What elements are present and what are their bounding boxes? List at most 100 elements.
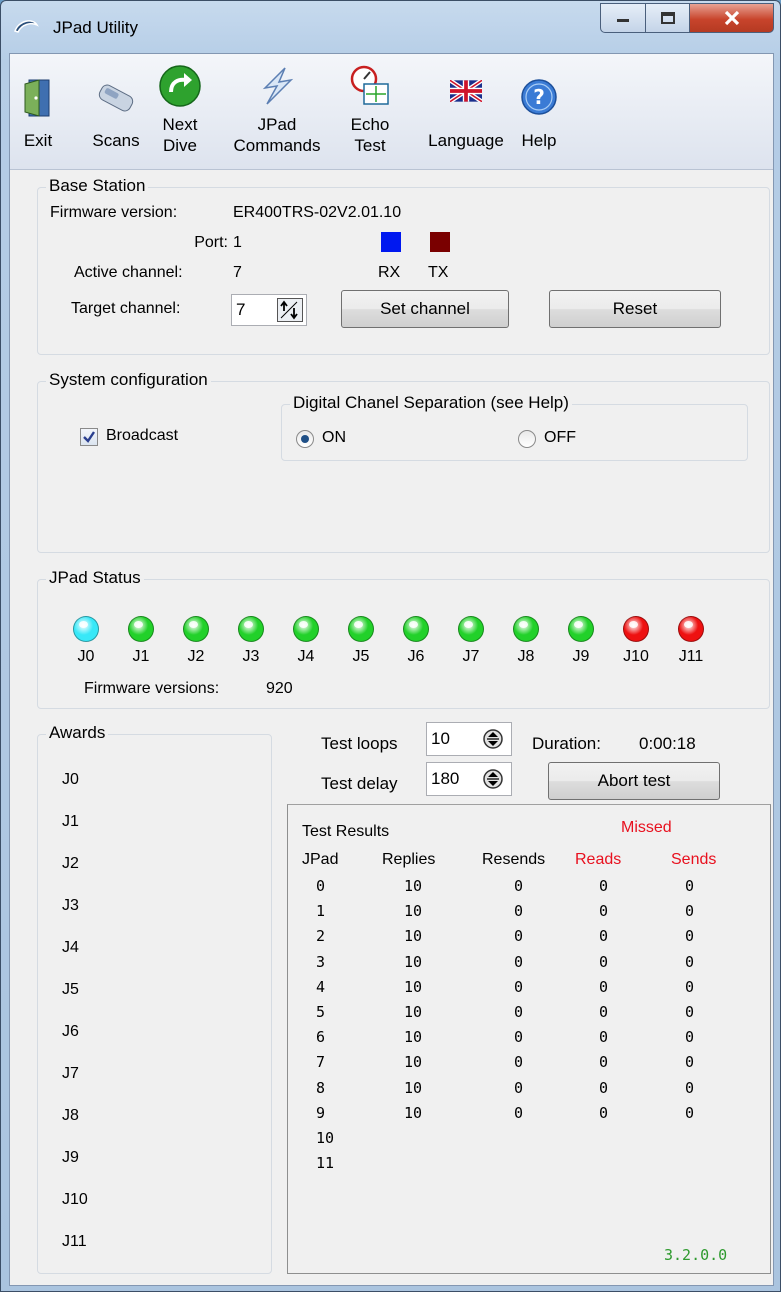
separation-off-radio[interactable] <box>518 430 536 448</box>
active-channel-value: 7 <box>233 264 242 281</box>
title-bar[interactable]: JPad Utility <box>1 1 781 53</box>
status-led-label: J0 <box>77 648 95 665</box>
status-led-j8 <box>513 616 539 642</box>
replies-cell: 10 <box>404 902 423 921</box>
resends-cell: 0 <box>514 1003 524 1021</box>
award-item: J6 <box>62 1023 79 1040</box>
jpad-cell: 5 <box>316 1003 326 1021</box>
sends-cell: 0 <box>685 952 695 971</box>
status-led-j1 <box>128 616 154 642</box>
active-channel-label: Active channel: <box>74 264 183 281</box>
replies-cell: 10 <box>404 927 423 946</box>
status-led-label: J9 <box>572 648 590 665</box>
gauge-echo-icon <box>350 65 389 105</box>
jpad-cell: 6 <box>316 1028 326 1047</box>
replies-cell: 10 <box>404 1028 423 1047</box>
jpad-cell: 2 <box>316 927 326 946</box>
stepper-arrows-icon[interactable] <box>277 298 303 322</box>
spin-updown-icon[interactable] <box>483 729 503 749</box>
window-title: JPad Utility <box>53 18 139 37</box>
missed-label: Missed <box>621 819 672 836</box>
close-icon <box>724 10 739 26</box>
client-area: Exit Scans Next Dive JPad Commands Echo … <box>9 53 774 1286</box>
status-led-j7 <box>458 616 484 642</box>
replies-cell: 10 <box>404 877 423 895</box>
reads-cell: 0 <box>599 902 609 921</box>
spin-updown-icon[interactable] <box>483 769 503 789</box>
status-led-j3 <box>238 616 264 642</box>
test-delay-stepper[interactable]: 180 <box>426 762 512 796</box>
target-channel-stepper[interactable]: 7 <box>231 294 307 326</box>
sends-cell: 0 <box>685 1003 695 1021</box>
port-label: Port: <box>194 234 228 251</box>
close-button[interactable] <box>690 3 774 33</box>
resends-column-header: Resends <box>482 851 546 868</box>
separation-on-radio[interactable] <box>296 430 314 448</box>
uk-flag-icon <box>450 80 482 102</box>
window-controls <box>600 3 774 33</box>
maximize-button[interactable] <box>646 3 690 33</box>
jpad-column-header: JPad <box>302 851 339 868</box>
lightning-bolt-icon <box>262 67 294 105</box>
exit-button[interactable]: Exit <box>18 54 58 170</box>
jpad-cell: 0 <box>316 877 326 895</box>
reset-button[interactable]: Reset <box>549 290 721 328</box>
replies-cell: 10 <box>404 1053 423 1072</box>
set-channel-button[interactable]: Set channel <box>341 290 509 328</box>
resends-cell: 0 <box>514 902 524 921</box>
base-station-group: Base Station Firmware version: ER400TRS-… <box>37 176 770 355</box>
replies-cell: 10 <box>404 952 423 971</box>
checkmark-icon <box>83 431 95 443</box>
status-led-label: J10 <box>623 648 649 665</box>
awards-group: Awards J0 J1 J2 J3 J4 J5 J6 J7 J8 J9 J10 J11 <box>37 723 272 1274</box>
award-item: J3 <box>62 897 79 914</box>
sends-cell: 0 <box>685 977 695 996</box>
resends-cell: 0 <box>514 1078 524 1097</box>
help-button[interactable]: ? Help <box>516 54 562 170</box>
status-led-j0 <box>73 616 99 642</box>
jpad-cell: 3 <box>316 952 326 971</box>
system-config-group: System configuration Broadcast Digital C… <box>37 370 770 553</box>
jpad-cell: 7 <box>316 1053 326 1072</box>
test-delay-label: Test delay <box>321 774 398 793</box>
port-value: 1 <box>233 234 242 251</box>
award-item: J4 <box>62 939 79 956</box>
app-window: JPad Utility Exit Scans Next Dive JPad C… <box>0 0 781 1292</box>
next-arrow-icon <box>159 65 201 107</box>
status-led-j9 <box>568 616 594 642</box>
test-loops-label: Test loops <box>321 734 398 753</box>
test-loops-stepper[interactable]: 10 <box>426 722 512 756</box>
language-button[interactable]: Language <box>420 54 512 170</box>
channel-separation-group: Digital Chanel Separation (see Help) ON … <box>281 393 748 461</box>
firmware-version-label: Firmware version: <box>50 204 178 221</box>
sends-cell: 0 <box>685 1053 695 1072</box>
duration-value: 0:00:18 <box>639 734 696 753</box>
award-item: J8 <box>62 1107 79 1124</box>
echo-test-button[interactable]: Echo Test <box>340 54 400 170</box>
replies-cell: 10 <box>404 1103 423 1122</box>
svg-text:?: ? <box>533 85 545 109</box>
separation-off-label: OFF <box>544 429 576 446</box>
jpad-firmware-value: 920 <box>266 680 293 697</box>
award-item: J0 <box>62 771 79 788</box>
next-dive-button[interactable]: Next Dive <box>152 54 208 170</box>
sends-cell: 0 <box>685 877 695 895</box>
sends-cell: 0 <box>685 927 695 946</box>
jpad-status-legend: JPad Status <box>46 568 144 588</box>
status-led-label: J4 <box>297 648 315 665</box>
channel-separation-legend: Digital Chanel Separation (see Help) <box>290 393 572 413</box>
broadcast-checkbox[interactable] <box>80 428 98 446</box>
minimize-button[interactable] <box>600 3 646 33</box>
status-led-j11 <box>678 616 704 642</box>
resends-cell: 0 <box>514 977 524 996</box>
resends-cell: 0 <box>514 927 524 946</box>
status-led-j4 <box>293 616 319 642</box>
status-led-label: J8 <box>517 648 535 665</box>
reads-cell: 0 <box>599 1003 609 1021</box>
version-label: 3.2.0.0 <box>664 1246 728 1264</box>
rx-label: RX <box>378 264 401 281</box>
status-led-j6 <box>403 616 429 642</box>
status-led-label: J1 <box>132 648 150 665</box>
status-led-j10 <box>623 616 649 642</box>
abort-test-button[interactable]: Abort test <box>548 762 720 800</box>
